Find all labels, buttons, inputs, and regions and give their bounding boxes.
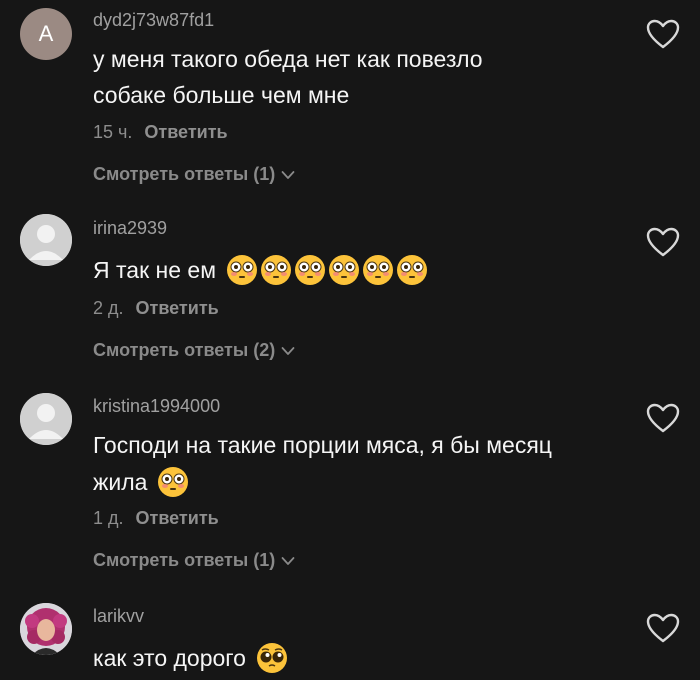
view-replies-button[interactable]: Смотреть ответы (1) (93, 550, 295, 571)
pleading-face-icon (256, 642, 288, 674)
comment-text-label: жила (93, 468, 148, 495)
like-heart-icon[interactable] (646, 402, 680, 434)
like-heart-icon[interactable] (646, 612, 680, 644)
comment-text: как это дорого (93, 642, 288, 674)
default-avatar-icon (20, 393, 72, 445)
comment-text-line-1: у меня такого обеда нет как повезло (93, 46, 483, 72)
emoji-row (226, 254, 428, 286)
comment-meta: 15 ч. Ответить (93, 122, 228, 143)
avatar[interactable] (20, 214, 72, 266)
username[interactable]: kristina1994000 (93, 396, 220, 417)
view-replies-button[interactable]: Смотреть ответы (1) (93, 164, 295, 185)
photo-avatar-icon (20, 603, 72, 655)
avatar-letter: A (38, 21, 54, 46)
comment-text-line-2: жила (93, 466, 189, 498)
comment-text-line-1: Господи на такие порции мяса, я бы месяц (93, 432, 552, 458)
chevron-down-icon (281, 170, 295, 180)
default-avatar-icon (20, 214, 72, 266)
comment-meta: 2 д. Ответить (93, 298, 219, 319)
view-replies-label: Смотреть ответы (1) (93, 164, 276, 184)
comment-text: Я так не ем (93, 254, 428, 286)
flushed-face-icon (226, 254, 258, 286)
view-replies-label: Смотреть ответы (2) (93, 340, 276, 360)
flushed-face-icon (328, 254, 360, 286)
comment-text-line-2: собаке больше чем мне (93, 82, 350, 108)
timestamp: 1 д. (93, 508, 124, 528)
flushed-face-icon (157, 466, 189, 498)
flushed-face-icon (362, 254, 394, 286)
avatar[interactable] (20, 603, 72, 655)
timestamp: 2 д. (93, 298, 124, 318)
view-replies-label: Смотреть ответы (1) (93, 550, 276, 570)
reply-button[interactable]: Ответить (136, 508, 219, 529)
flushed-face-icon (294, 254, 326, 286)
chevron-down-icon (281, 346, 295, 356)
username[interactable]: dyd2j73w87fd1 (93, 10, 214, 31)
reply-button[interactable]: Ответить (144, 122, 227, 143)
comment-text-label: как это дорого (93, 644, 246, 671)
chevron-down-icon (281, 556, 295, 566)
username[interactable]: irina2939 (93, 218, 167, 239)
flushed-face-icon (396, 254, 428, 286)
comment-text-label: Я так не ем (93, 256, 217, 283)
comment-meta: 1 д. Ответить (93, 508, 219, 529)
like-heart-icon[interactable] (646, 18, 680, 50)
like-heart-icon[interactable] (646, 226, 680, 258)
reply-button[interactable]: Ответить (136, 298, 219, 319)
timestamp: 15 ч. (93, 122, 133, 142)
avatar[interactable]: A (20, 8, 72, 60)
flushed-face-icon (260, 254, 292, 286)
avatar[interactable] (20, 393, 72, 445)
username[interactable]: larikvv (93, 606, 144, 627)
view-replies-button[interactable]: Смотреть ответы (2) (93, 340, 295, 361)
